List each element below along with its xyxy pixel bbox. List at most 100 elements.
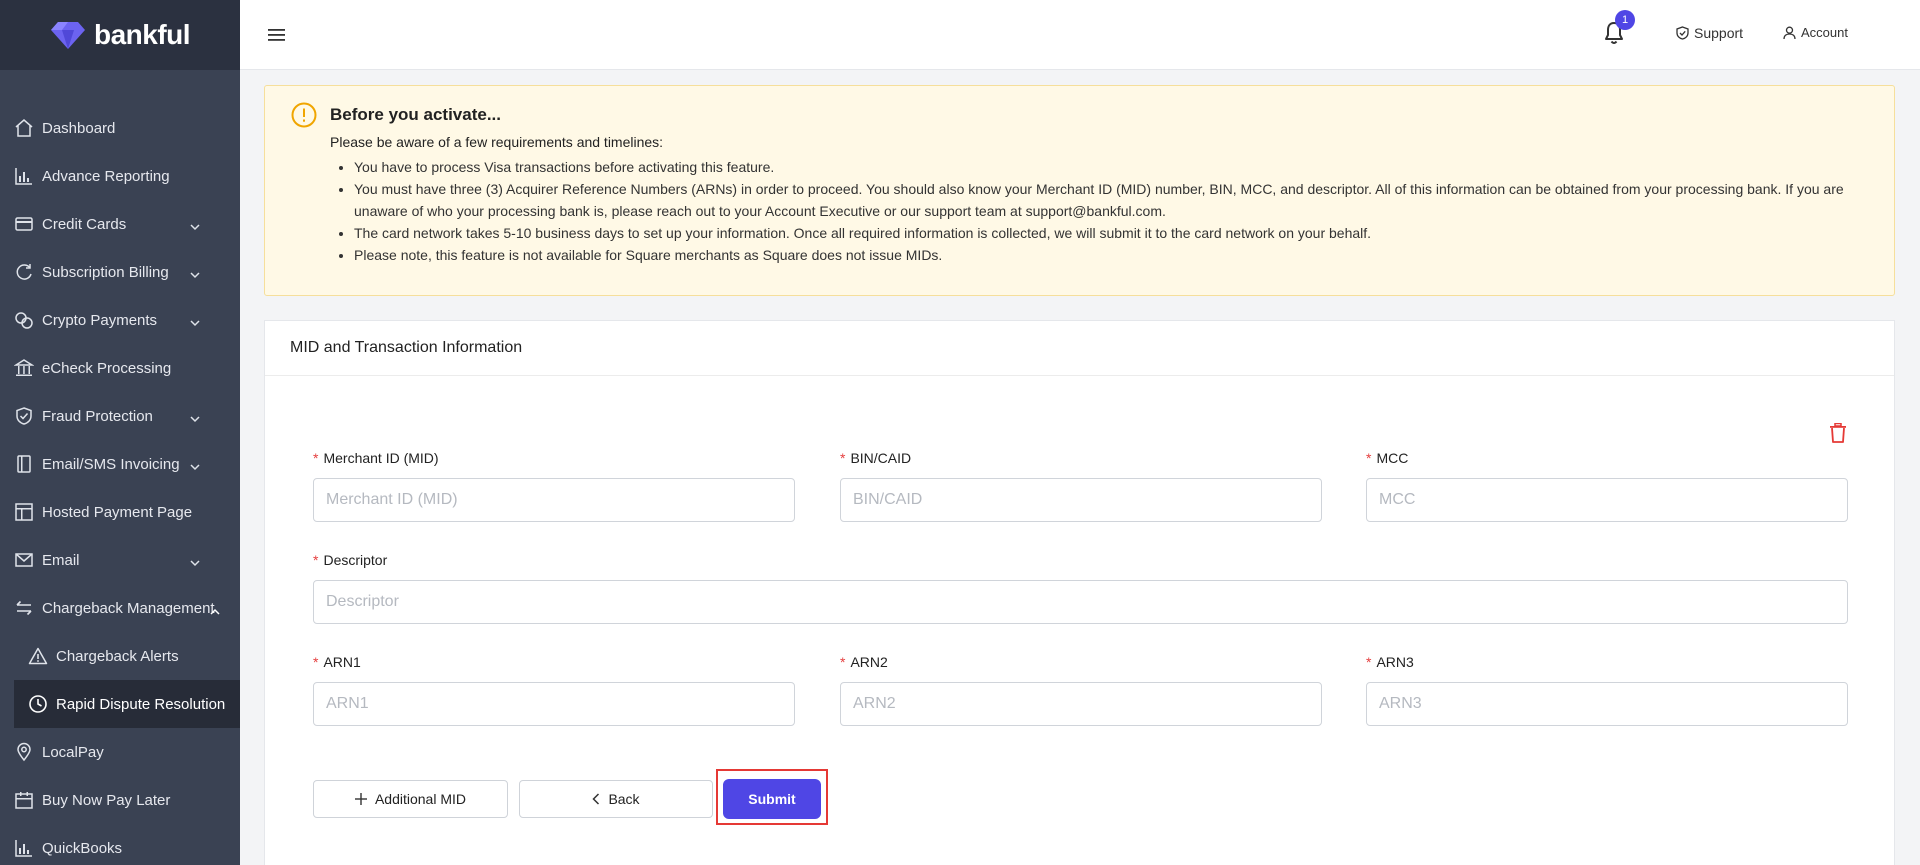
sidebar-item-label: Dashboard bbox=[42, 119, 116, 137]
mcc-input[interactable] bbox=[1366, 478, 1848, 522]
sidebar-item-email-sms-invoicing[interactable]: Email/SMS Invoicing bbox=[0, 440, 240, 488]
chevron-up-icon bbox=[210, 602, 220, 619]
sidebar-item-hosted-payment-page[interactable]: Hosted Payment Page bbox=[0, 488, 240, 536]
descriptor-input[interactable] bbox=[313, 580, 1848, 624]
notification-badge: 1 bbox=[1615, 10, 1635, 30]
arn2-input[interactable] bbox=[840, 682, 1322, 726]
arn1-input[interactable] bbox=[313, 682, 795, 726]
mid-form-card: MID and Transaction Information * Merchan… bbox=[264, 320, 1895, 865]
chevron-left-icon bbox=[592, 793, 600, 805]
diamond-logo-icon bbox=[50, 22, 85, 49]
sidebar-item-label: Advance Reporting bbox=[42, 167, 170, 185]
sidebar-item-rapid-dispute-resolution[interactable]: Rapid Dispute Resolution bbox=[14, 680, 240, 728]
logo-bar: bankful bbox=[0, 0, 240, 70]
home-icon bbox=[14, 118, 34, 138]
submit-label: Submit bbox=[748, 791, 796, 807]
additional-mid-label: Additional MID bbox=[374, 791, 467, 807]
shield-check-icon bbox=[1676, 26, 1689, 40]
coins-icon bbox=[14, 310, 34, 330]
required-mark: * bbox=[1366, 654, 1372, 670]
arn2-label-text: ARN2 bbox=[850, 654, 888, 670]
bin-field-group: * BIN/CAID bbox=[840, 450, 1322, 522]
card-title: MID and Transaction Information bbox=[265, 321, 1894, 376]
arn2-field-group: * ARN2 bbox=[840, 654, 1322, 726]
sidebar-item-dashboard[interactable]: Dashboard bbox=[0, 104, 240, 152]
required-mark: * bbox=[313, 654, 319, 670]
bin-input[interactable] bbox=[840, 478, 1322, 522]
activation-warning-alert: Before you activate... Please be aware o… bbox=[264, 85, 1895, 296]
sidebar: bankful Dashboard Advance Reporting Credit… bbox=[0, 0, 240, 865]
chevron-down-icon bbox=[190, 458, 200, 475]
arn3-field-group: * ARN3 bbox=[1366, 654, 1848, 726]
arn3-input[interactable] bbox=[1366, 682, 1848, 726]
support-link[interactable]: Support bbox=[1676, 25, 1743, 41]
brand-name: bankful bbox=[93, 19, 191, 50]
required-mark: * bbox=[313, 450, 319, 466]
brand-logo[interactable]: bankful bbox=[50, 19, 191, 51]
sidebar-item-label: Rapid Dispute Resolution bbox=[56, 695, 226, 713]
sidebar-item-advance-reporting[interactable]: Advance Reporting bbox=[0, 152, 240, 200]
back-label: Back bbox=[608, 791, 640, 807]
sidebar-item-label: Email bbox=[42, 551, 80, 569]
back-button[interactable]: Back bbox=[519, 780, 713, 818]
user-icon bbox=[1783, 26, 1796, 39]
additional-mid-button[interactable]: Additional MID bbox=[313, 780, 508, 818]
sidebar-item-label: Buy Now Pay Later bbox=[42, 791, 171, 809]
account-link[interactable]: Account bbox=[1783, 25, 1848, 40]
required-mark: * bbox=[840, 654, 846, 670]
alert-requirements-list: You have to process Visa transactions be… bbox=[330, 156, 1875, 266]
bin-label-text: BIN/CAID bbox=[850, 450, 912, 466]
invoice-icon bbox=[14, 454, 34, 474]
calendar-icon bbox=[14, 790, 34, 810]
sidebar-item-chargeback-alerts[interactable]: Chargeback Alerts bbox=[0, 632, 240, 680]
mcc-label: * MCC bbox=[1366, 450, 1848, 466]
sidebar-item-email[interactable]: Email bbox=[0, 536, 240, 584]
sidebar-item-quickbooks[interactable]: QuickBooks bbox=[0, 824, 240, 865]
sidebar-item-label: Credit Cards bbox=[42, 215, 127, 233]
top-bar: 1 Support Account bbox=[240, 0, 1920, 70]
shield-icon bbox=[14, 406, 34, 426]
sidebar-item-label: eCheck Processing bbox=[42, 359, 172, 377]
alert-title: Before you activate... bbox=[330, 105, 502, 124]
mail-icon bbox=[14, 550, 34, 570]
required-mark: * bbox=[840, 450, 846, 466]
support-label: Support bbox=[1694, 25, 1744, 41]
sidebar-item-label: Chargeback Management bbox=[42, 599, 215, 617]
alert-item: Please note, this feature is not availab… bbox=[354, 244, 1875, 266]
descriptor-label-text: Descriptor bbox=[323, 552, 388, 568]
credit-card-icon bbox=[14, 214, 34, 234]
mcc-label-text: MCC bbox=[1376, 450, 1409, 466]
hamburger-menu-icon[interactable] bbox=[267, 26, 287, 44]
sidebar-item-credit-cards[interactable]: Credit Cards bbox=[0, 200, 240, 248]
sidebar-item-label: Hosted Payment Page bbox=[42, 503, 193, 521]
bin-label: * BIN/CAID bbox=[840, 450, 1322, 466]
sidebar-item-localpay[interactable]: LocalPay bbox=[0, 728, 240, 776]
mid-field-group: * Merchant ID (MID) bbox=[313, 450, 795, 522]
sidebar-item-echeck-processing[interactable]: eCheck Processing bbox=[0, 344, 240, 392]
trash-icon[interactable] bbox=[1829, 423, 1847, 443]
sidebar-item-label: Fraud Protection bbox=[42, 407, 153, 425]
exclamation-circle-icon bbox=[291, 102, 317, 128]
required-mark: * bbox=[313, 552, 319, 568]
sidebar-item-label: LocalPay bbox=[42, 743, 104, 761]
refresh-icon bbox=[14, 262, 34, 282]
arn2-label: * ARN2 bbox=[840, 654, 1322, 670]
sidebar-item-crypto-payments[interactable]: Crypto Payments bbox=[0, 296, 240, 344]
alert-item: The card network takes 5-10 business day… bbox=[354, 222, 1875, 244]
clock-icon bbox=[28, 694, 48, 714]
bar-chart-icon bbox=[14, 838, 34, 858]
chevron-down-icon bbox=[190, 410, 200, 427]
sidebar-item-label: QuickBooks bbox=[42, 839, 123, 857]
descriptor-field-group: * Descriptor bbox=[313, 552, 1848, 624]
bank-icon bbox=[14, 358, 34, 378]
mid-input[interactable] bbox=[313, 478, 795, 522]
sidebar-item-buy-now-pay-later[interactable]: Buy Now Pay Later bbox=[0, 776, 240, 824]
sidebar-item-chargeback-management[interactable]: Chargeback Management bbox=[0, 584, 240, 632]
swap-icon bbox=[14, 598, 34, 618]
sidebar-nav: Dashboard Advance Reporting Credit Cards Su… bbox=[0, 70, 240, 865]
sidebar-item-subscription-billing[interactable]: Subscription Billing bbox=[0, 248, 240, 296]
required-mark: * bbox=[1366, 450, 1372, 466]
sidebar-item-fraud-protection[interactable]: Fraud Protection bbox=[0, 392, 240, 440]
account-label: Account bbox=[1801, 25, 1848, 40]
submit-button[interactable]: Submit bbox=[723, 779, 821, 819]
